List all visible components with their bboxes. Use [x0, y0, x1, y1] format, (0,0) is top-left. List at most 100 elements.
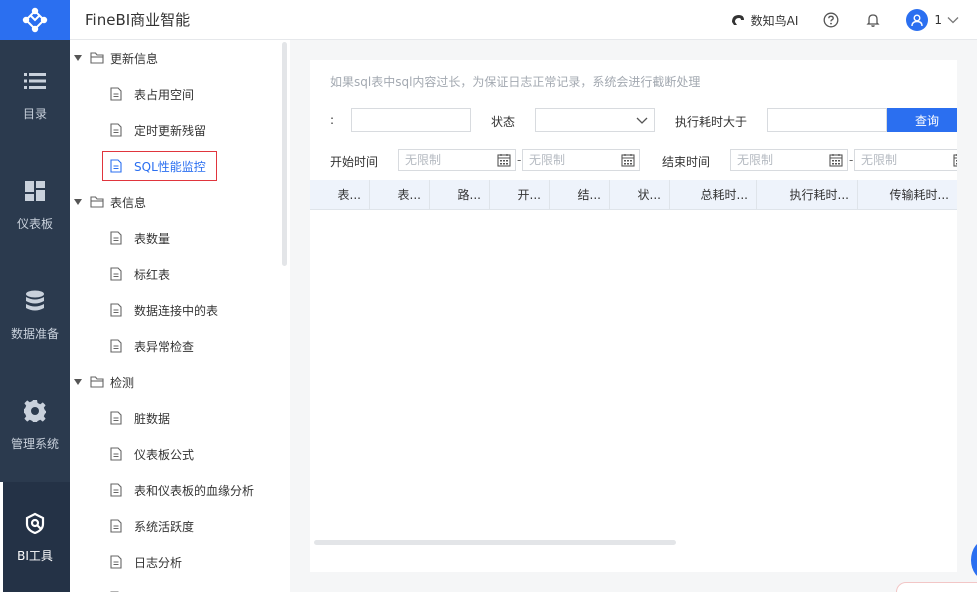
- col-header-total-time[interactable]: 总耗时...: [670, 180, 757, 210]
- rail-item-catalog[interactable]: 目录: [0, 40, 70, 150]
- start-time-to-input[interactable]: [523, 150, 616, 170]
- document-icon: [110, 339, 122, 353]
- folder-icon: [90, 376, 104, 388]
- col-header-path[interactable]: 路...: [430, 180, 490, 210]
- notification-bell-icon[interactable]: [864, 11, 882, 29]
- tree-item-label: 仪表板公式: [134, 447, 195, 462]
- rail-item-label: 仪表板: [16, 216, 53, 231]
- tree-group-update-info[interactable]: 更新信息: [70, 40, 280, 76]
- tree-item-label: 数据连接中的表: [134, 303, 219, 318]
- tree-item-connection-tables[interactable]: 数据连接中的表: [70, 292, 280, 328]
- calendar-icon[interactable]: [621, 153, 635, 167]
- col-header-start[interactable]: 开...: [490, 180, 550, 210]
- start-time-to[interactable]: [522, 149, 640, 171]
- tree-group-table-info[interactable]: 表信息: [70, 184, 280, 220]
- app-logo[interactable]: [0, 0, 70, 40]
- tree-group-label: 检测: [110, 375, 135, 390]
- tree-item-label: 系统活跃度: [134, 519, 195, 534]
- end-time-to[interactable]: [854, 149, 957, 171]
- tree-item-table-exception[interactable]: 表异常检查: [70, 328, 280, 364]
- start-time-label: 开始时间: [330, 155, 379, 169]
- tree-item-label: 表数量: [134, 231, 171, 246]
- rail-item-admin[interactable]: 管理系统: [0, 370, 70, 480]
- end-time-from-input[interactable]: [731, 150, 824, 170]
- user-menu[interactable]: 1: [906, 9, 959, 31]
- tree-item-log-analysis[interactable]: 日志分析: [70, 544, 280, 580]
- col-header-transfer-time[interactable]: 传输耗时...: [858, 180, 957, 210]
- tree-item-lineage[interactable]: 表和仪表板的血缘分析: [70, 472, 280, 508]
- avatar: [906, 9, 929, 31]
- logo-icon: [22, 7, 48, 33]
- user-name: 1: [934, 13, 942, 27]
- chevron-down-icon: [947, 17, 959, 24]
- start-time-from[interactable]: [398, 149, 516, 171]
- document-icon: [110, 123, 122, 137]
- database-icon: [23, 289, 47, 313]
- results-table-header: 表... 表... 路... 开... 结... 状... 总耗时... 执行耗…: [310, 180, 957, 210]
- folder-icon: [90, 52, 104, 64]
- col-header-exec-time[interactable]: 执行耗时...: [757, 180, 858, 210]
- rail-item-bi-tools[interactable]: BI工具: [0, 482, 70, 592]
- calendar-icon[interactable]: [953, 153, 957, 167]
- document-icon: [110, 303, 122, 317]
- tree-item-table-space[interactable]: 表占用空间: [70, 76, 280, 112]
- bi-tool-icon: [23, 511, 47, 535]
- sql-monitor-panel: 如果sql表中sql内容过长，为保证日志正常记录，系统会进行截断处理 : 状态 …: [310, 60, 957, 572]
- rail-item-label: 数据准备: [10, 326, 59, 341]
- table-horizontal-scrollbar[interactable]: [314, 540, 676, 545]
- start-time-from-input[interactable]: [399, 150, 492, 170]
- document-icon: [110, 447, 122, 461]
- col-header-status[interactable]: 状...: [610, 180, 670, 210]
- tree-item-partial[interactable]: [70, 580, 280, 592]
- gear-icon: [23, 399, 47, 423]
- caret-down-icon: [74, 199, 82, 205]
- tree-item-label: 表异常检查: [134, 339, 195, 354]
- tree-item-dashboard-formula[interactable]: 仪表板公式: [70, 436, 280, 472]
- status-select[interactable]: [535, 108, 655, 132]
- top-header: FineBI商业智能 数知鸟AI 1: [70, 0, 977, 40]
- tree-group-detection[interactable]: 检测: [70, 364, 280, 400]
- ai-assistant-button[interactable]: 数知鸟AI: [730, 12, 799, 29]
- help-icon[interactable]: [822, 11, 840, 29]
- calendar-icon[interactable]: [497, 153, 511, 167]
- tree-scrollbar[interactable]: [282, 42, 287, 266]
- rail-item-label: 目录: [22, 106, 47, 121]
- exec-time-input[interactable]: [767, 108, 887, 132]
- floating-tag[interactable]: [896, 582, 977, 592]
- header-actions: 数知鸟AI 1: [730, 0, 959, 40]
- left-rail: 目录 仪表板 数据准备 管理系统 BI工具: [0, 0, 70, 592]
- caret-down-icon: [74, 55, 82, 61]
- table-name-label: :: [330, 113, 335, 127]
- tree-group-label: 更新信息: [110, 51, 159, 66]
- document-icon: [110, 555, 122, 569]
- col-header-table[interactable]: 表...: [310, 180, 370, 210]
- rail-item-data-prep[interactable]: 数据准备: [0, 260, 70, 370]
- status-label: 状态: [491, 115, 516, 129]
- tree-item-red-tables[interactable]: 标红表: [70, 256, 280, 292]
- ai-assistant-label: 数知鸟AI: [750, 13, 799, 28]
- calendar-icon[interactable]: [829, 153, 843, 167]
- end-time-from[interactable]: [730, 149, 848, 171]
- query-button[interactable]: 查询: [887, 108, 957, 132]
- tree-item-dirty-data[interactable]: 脏数据: [70, 400, 280, 436]
- tree-item-update-residue[interactable]: 定时更新残留: [70, 112, 280, 148]
- floating-assistant-button[interactable]: [971, 540, 977, 580]
- rail-item-dashboard[interactable]: 仪表板: [0, 150, 70, 260]
- col-header-table-2[interactable]: 表...: [370, 180, 430, 210]
- end-time-label: 结束时间: [662, 155, 711, 169]
- range-dash: -: [849, 153, 854, 167]
- tree-item-label: 标红表: [134, 267, 171, 282]
- tree-group-label: 表信息: [110, 195, 147, 210]
- end-time-to-input[interactable]: [855, 150, 948, 170]
- document-icon: [110, 87, 122, 101]
- tree-item-table-count[interactable]: 表数量: [70, 220, 280, 256]
- document-icon: [110, 483, 122, 497]
- chevron-down-icon: [636, 117, 648, 124]
- table-name-input[interactable]: [351, 108, 471, 132]
- folder-icon: [90, 196, 104, 208]
- document-icon: [110, 267, 122, 281]
- tree-item-sql-monitor[interactable]: SQL性能监控: [70, 148, 280, 184]
- tree-item-activity[interactable]: 系统活跃度: [70, 508, 280, 544]
- ai-bird-icon: [731, 15, 744, 25]
- col-header-end[interactable]: 结...: [550, 180, 610, 210]
